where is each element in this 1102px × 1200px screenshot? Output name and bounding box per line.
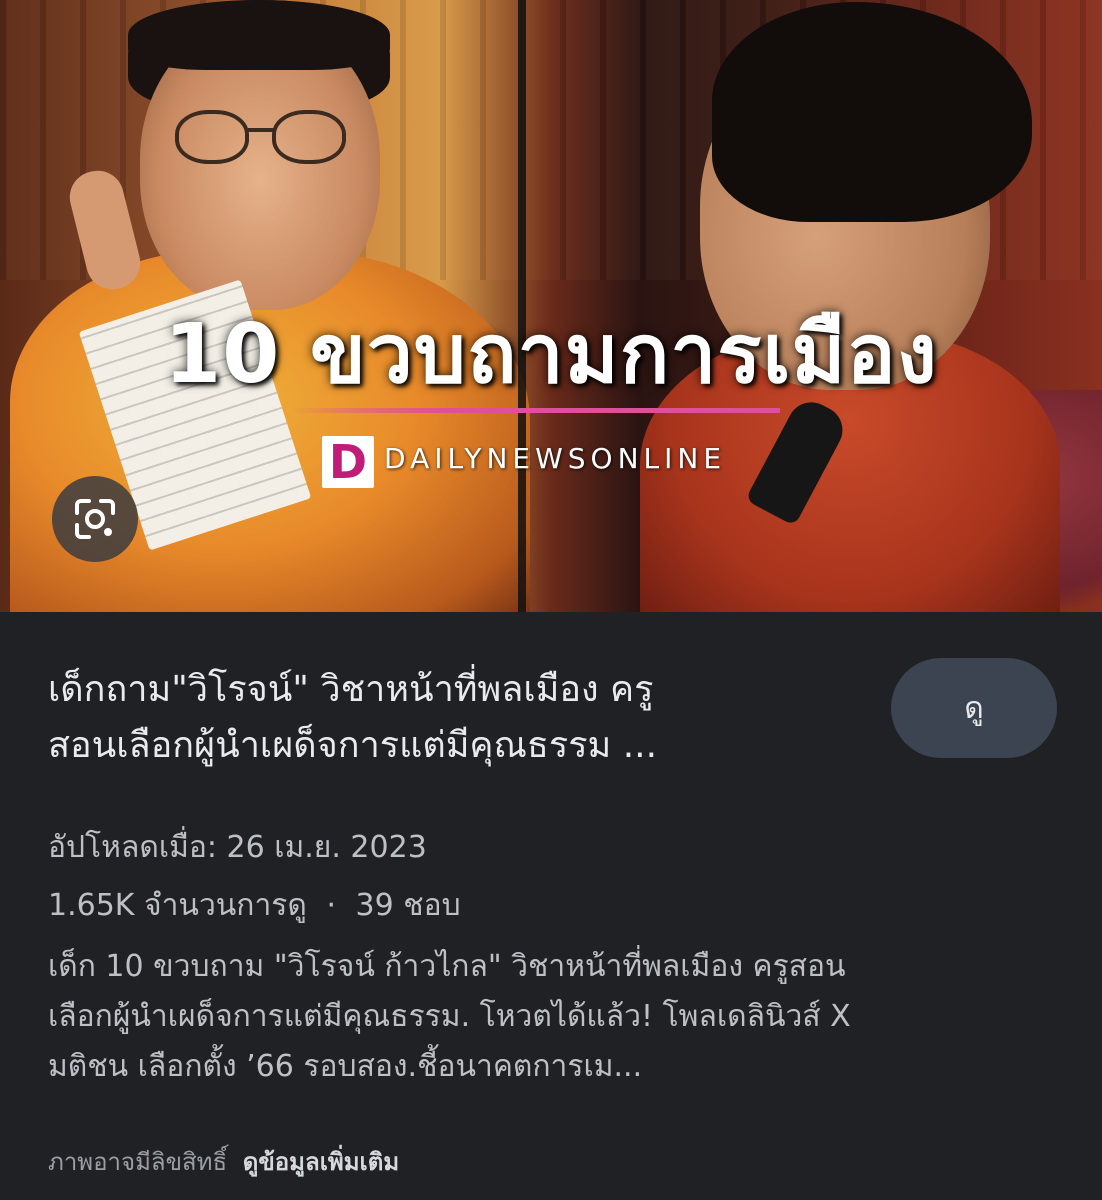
description-line-3: มติชน เลือกตั้ง ’66 รอบสอง.ชี้อนาคตการเม… [48, 1049, 643, 1084]
thumbnail-headline: 10 ขวบถามการเมือง [164, 307, 938, 402]
dailynews-logo: D [322, 436, 374, 488]
like-count: 39 ชอบ [355, 888, 461, 923]
upload-date: อัปโหลดเมื่อ: 26 เม.ย. 2023 [48, 830, 427, 865]
stats-separator: · [326, 888, 336, 923]
glasses-bridge [248, 128, 274, 132]
logo-wordmark: DAILYNEWSONLINE [384, 442, 727, 475]
video-stats: 1.65K จำนวนการดู · 39 ชอบ [48, 882, 461, 929]
google-lens-icon [75, 499, 115, 539]
google-lens-button[interactable] [52, 476, 138, 562]
view-count: 1.65K จำนวนการดู [48, 888, 307, 923]
man-hair-top [128, 0, 390, 70]
glasses-right [272, 110, 346, 164]
more-info-link[interactable]: ดูข้อมูลเพิ่มเติม [243, 1148, 399, 1176]
description-line-1: เด็ก 10 ขวบถาม "วิโรจน์ ก้าวไกล" วิชาหน้… [48, 949, 846, 984]
title-line-2: สอนเลือกผู้นำเผด็จการแต่มีคุณธรรม ... [48, 725, 658, 766]
title-line-1: เด็กถาม"วิโรจน์" วิชาหน้าที่พลเมือง ครู [48, 669, 654, 710]
video-thumbnail[interactable]: 10 ขวบถามการเมือง D DAILYNEWSONLINE [0, 0, 1102, 612]
result-description: เด็ก 10 ขวบถาม "วิโรจน์ ก้าวไกล" วิชาหน้… [48, 942, 1058, 1092]
copyright-footer: ภาพอาจมีลิขสิทธิ์ ดูข้อมูลเพิ่มเติม [48, 1142, 399, 1181]
description-line-2: เลือกผู้นำเผด็จการแต่มีคุณธรรม. โหวตได้แ… [48, 999, 851, 1034]
view-button[interactable]: ดู [891, 658, 1057, 758]
accent-line [290, 408, 780, 413]
copyright-note: ภาพอาจมีลิขสิทธิ์ [48, 1148, 228, 1176]
result-info-panel: เด็กถาม"วิโรจน์" วิชาหน้าที่พลเมือง ครู … [0, 612, 1102, 1200]
logo-letter: D [328, 435, 368, 489]
glasses-left [175, 110, 249, 164]
result-title[interactable]: เด็กถาม"วิโรจน์" วิชาหน้าที่พลเมือง ครู … [48, 662, 868, 774]
